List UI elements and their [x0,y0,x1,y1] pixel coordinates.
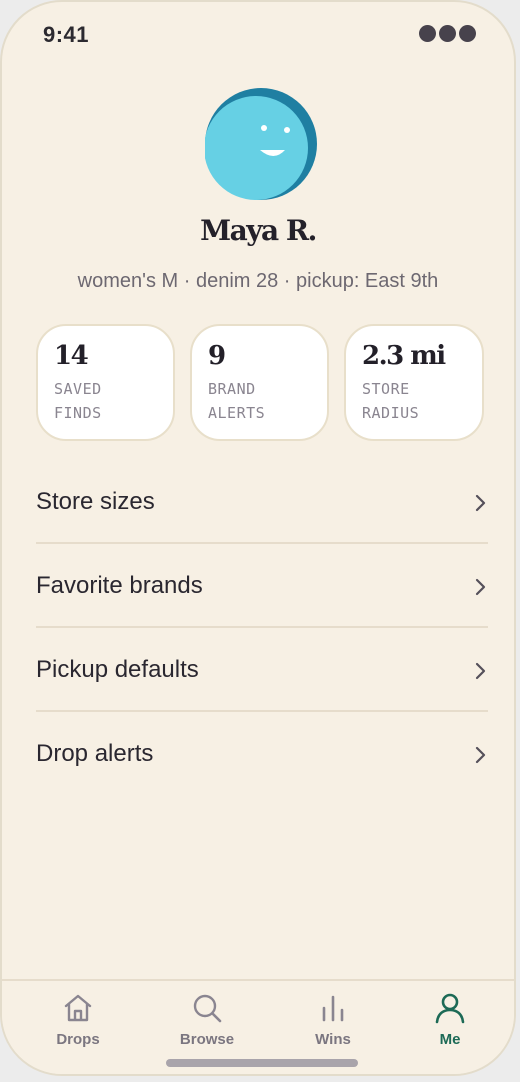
chevron-right-icon [475,662,486,680]
tab-label: Browse [179,1031,235,1048]
profile-name: Maya R. [200,214,317,247]
bar-chart-icon [322,995,344,1022]
tab-wins[interactable]: Wins [288,991,378,1048]
stat-value: 9 [208,341,226,371]
status-time: 9:41 [43,22,90,47]
tab-browse[interactable]: Browse [162,991,252,1048]
tab-label: Wins [315,1031,351,1048]
smiley-face-icon [204,88,317,200]
menu-item-pickup-defaults[interactable]: Pickup defaults [36,628,488,712]
profile-preferences: women's M · denim 28 · pickup: East 9th [77,270,439,292]
menu-item-label: Pickup defaults [36,656,199,683]
tab-label: Me [439,1031,461,1048]
status-bar: 9:41 [2,2,514,66]
stat-value: 14 [54,341,89,371]
settings-menu: Store sizes Favorite brands Pickup defau… [36,460,488,796]
chevron-right-icon [475,578,486,596]
chevron-right-icon [475,494,486,512]
menu-item-favorite-brands[interactable]: Favorite brands [36,544,488,628]
tab-drops[interactable]: Drops [33,991,123,1048]
menu-item-store-sizes[interactable]: Store sizes [36,460,488,544]
stat-label: SAVED FINDS [54,380,102,422]
menu-item-label: Drop alerts [36,740,154,767]
avatar [204,88,317,200]
home-indicator[interactable] [166,1059,358,1067]
search-icon [193,994,222,1023]
stat-label: BRAND ALERTS [208,380,266,422]
menu-item-label: Favorite brands [36,572,203,599]
stat-card-brand-alerts[interactable]: 9 BRAND ALERTS [190,324,329,441]
status-indicators-icon [419,25,476,42]
menu-item-label: Store sizes [36,488,155,515]
house-icon [64,994,92,1022]
phone-screen: 9:41 Maya R. women's M · denim 28 · pick… [0,0,516,1076]
tab-label: Drops [56,1031,100,1048]
stat-card-store-radius[interactable]: 2.3 mi STORE RADIUS [344,324,484,441]
person-icon [435,993,465,1024]
stat-card-saved-finds[interactable]: 14 SAVED FINDS [36,324,175,441]
stat-label: STORE RADIUS [362,380,420,422]
chevron-right-icon [475,746,486,764]
stat-value: 2.3 mi [362,341,446,371]
tab-me[interactable]: Me [405,991,495,1048]
stats-row: 14 SAVED FINDS 9 BRAND ALERTS 2.3 mi STO… [36,324,484,441]
menu-item-drop-alerts[interactable]: Drop alerts [36,712,488,796]
